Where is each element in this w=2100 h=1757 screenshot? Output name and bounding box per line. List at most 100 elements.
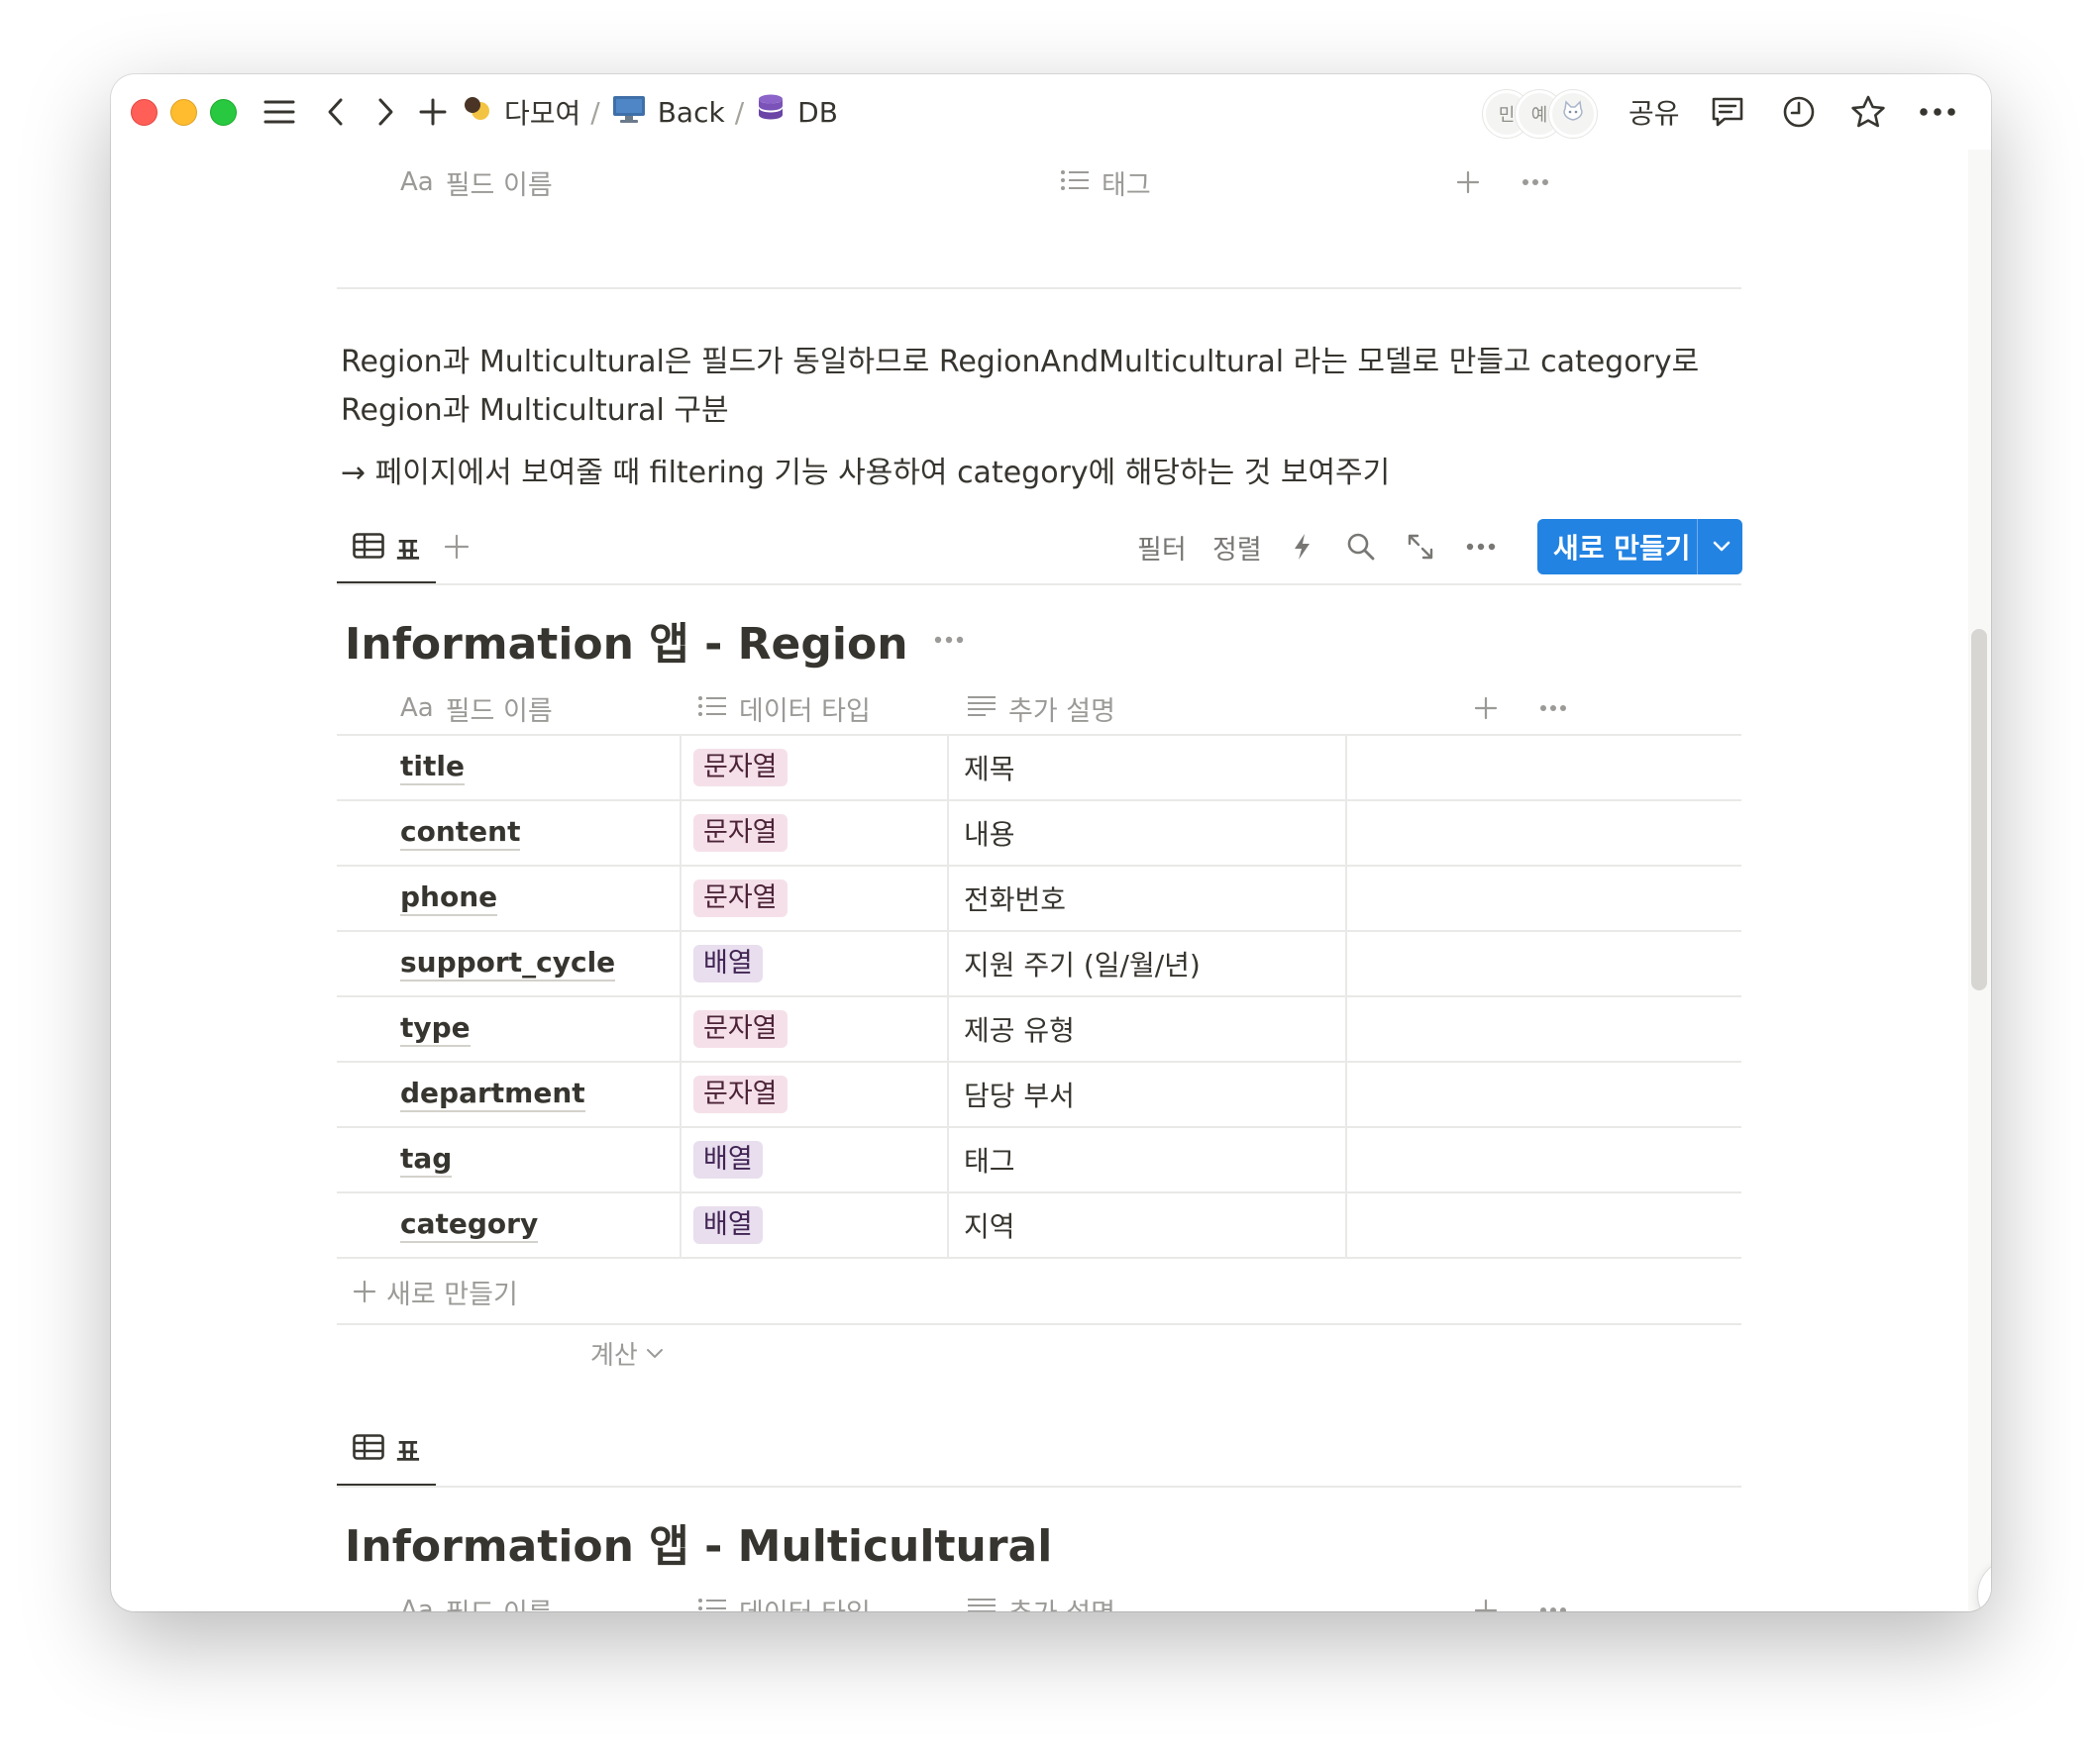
table-row[interactable]: phone 문자열 전화번호 [337, 867, 1741, 932]
column-options-icon[interactable] [1539, 676, 1567, 740]
field-name-cell[interactable]: title [400, 736, 465, 799]
chevron-down-icon [646, 1347, 664, 1359]
filter-button[interactable]: 필터 [1137, 519, 1187, 574]
add-column-plus-icon[interactable] [1474, 1579, 1498, 1611]
data-type-cell[interactable]: 문자열 [693, 801, 788, 865]
column-options-icon[interactable] [1522, 151, 1549, 214]
table-icon [353, 533, 384, 566]
back-arrow-icon[interactable] [321, 90, 351, 134]
type-tag: 배열 [693, 945, 763, 982]
sidebar-menu-icon[interactable] [260, 90, 299, 134]
text-lines-icon [967, 1596, 997, 1611]
new-page-plus-icon[interactable] [416, 90, 450, 134]
scrollbar-thumb[interactable] [1971, 629, 1987, 990]
forward-arrow-icon[interactable] [370, 90, 400, 134]
field-name-cell[interactable]: type [400, 997, 471, 1061]
view-tab-table[interactable]: 표 [353, 1432, 420, 1469]
column-header-desc[interactable]: 추가 설명 [967, 1579, 1115, 1611]
add-row-button[interactable]: 새로 만들기 [337, 1259, 1741, 1324]
sort-button[interactable]: 정렬 [1212, 519, 1262, 574]
breadcrumb: 다모여 / Back / DB [463, 90, 838, 134]
history-clock-icon[interactable] [1777, 90, 1821, 134]
database-title[interactable]: Information 앱 - Region [345, 610, 964, 670]
table-row[interactable]: support_cycle 배열 지원 주기 (일/월/년) [337, 932, 1741, 997]
table-row[interactable]: tag 배열 태그 [337, 1128, 1741, 1193]
description-cell[interactable]: 전화번호 [964, 867, 1066, 930]
description-cell[interactable]: 내용 [964, 801, 1015, 865]
type-tag: 문자열 [693, 879, 788, 917]
comments-icon[interactable] [1706, 90, 1749, 134]
workspace-emoji-icon [463, 95, 492, 130]
database-options-icon[interactable] [934, 636, 964, 644]
description-cell[interactable]: 지역 [964, 1193, 1015, 1257]
share-button[interactable]: 공유 [1628, 90, 1680, 134]
data-type-cell[interactable]: 배열 [693, 1128, 763, 1191]
more-options-icon[interactable] [1916, 90, 1959, 134]
close-window-button[interactable] [131, 99, 158, 126]
prev-table-header: Aa 필드 이름 태그 [337, 151, 1741, 214]
type-tag: 배열 [693, 1206, 763, 1244]
data-type-cell[interactable]: 문자열 [693, 1063, 788, 1126]
column-header-tag[interactable]: 태그 [1060, 151, 1151, 214]
data-type-cell[interactable]: 배열 [693, 932, 763, 995]
zoom-window-button[interactable] [210, 99, 237, 126]
app-window: 다모여 / Back / DB 민 예 공유 Aa 필드 이름 태그 Regio… [111, 74, 1991, 1611]
divider [337, 1323, 1741, 1325]
database-icon [756, 93, 786, 132]
view-options-icon[interactable] [1466, 519, 1496, 574]
avatar[interactable] [1549, 90, 1597, 138]
field-name-cell[interactable]: content [400, 801, 521, 865]
automation-lightning-icon[interactable] [1291, 519, 1312, 574]
table-row[interactable]: title 문자열 제목 [337, 736, 1741, 801]
favorite-star-icon[interactable] [1846, 90, 1890, 134]
computer-icon [612, 94, 646, 131]
column-header-name[interactable]: Aa 필드 이름 [400, 676, 553, 740]
table-row[interactable]: content 문자열 내용 [337, 801, 1741, 867]
table-row[interactable]: type 문자열 제공 유형 [337, 997, 1741, 1063]
description-line[interactable]: Region과 Multicultural 구분 [341, 386, 729, 435]
description-cell[interactable]: 태그 [964, 1128, 1015, 1191]
table-row[interactable]: department 문자열 담당 부서 [337, 1063, 1741, 1128]
column-header-type[interactable]: 데이터 타입 [697, 676, 871, 740]
add-column-plus-icon[interactable] [1456, 151, 1480, 214]
field-name-cell[interactable]: department [400, 1063, 585, 1126]
field-name-cell[interactable]: phone [400, 867, 498, 930]
data-type-cell[interactable]: 문자열 [693, 997, 788, 1061]
column-options-icon[interactable] [1539, 1579, 1567, 1611]
view-tab-table[interactable]: 표 [353, 531, 420, 568]
divider [337, 583, 1741, 585]
breadcrumb-item-workspace[interactable]: 다모여 [463, 92, 580, 132]
breadcrumb-item-db[interactable]: DB [756, 93, 838, 132]
data-type-cell[interactable]: 배열 [693, 1193, 763, 1257]
table-row[interactable]: category 배열 지역 [337, 1193, 1741, 1259]
column-header-name[interactable]: Aa 필드 이름 [400, 1579, 553, 1611]
search-icon[interactable] [1346, 519, 1376, 574]
add-view-plus-icon[interactable] [444, 519, 470, 574]
description-cell[interactable]: 담당 부서 [964, 1063, 1075, 1126]
table-header-row: Aa 필드 이름 데이터 타입 추가 설명 [337, 1579, 1741, 1611]
database-view-toolbar: 표 필터 정렬 새로 만들기 [337, 519, 1742, 574]
description-cell[interactable]: 제공 유형 [964, 997, 1075, 1061]
chevron-down-icon[interactable] [1700, 519, 1742, 574]
description-line[interactable]: Region과 Multicultural은 필드가 동일하므로 RegionA… [341, 338, 1699, 386]
breadcrumb-label: 다모여 [504, 97, 581, 130]
database-title[interactable]: Information 앱 - Multicultural [345, 1512, 1052, 1572]
field-name-cell[interactable]: support_cycle [400, 932, 616, 995]
field-name-cell[interactable]: category [400, 1193, 539, 1257]
column-header-type[interactable]: 데이터 타입 [697, 1579, 871, 1611]
description-line[interactable]: → 페이지에서 보여줄 때 filtering 기능 사용하여 category… [341, 449, 1390, 497]
add-column-plus-icon[interactable] [1474, 676, 1498, 740]
data-type-cell[interactable]: 문자열 [693, 736, 788, 799]
description-cell[interactable]: 제목 [964, 736, 1015, 799]
expand-arrows-icon[interactable] [1407, 519, 1434, 574]
calculate-button[interactable]: 계산 [590, 1333, 664, 1373]
breadcrumb-item-back[interactable]: Back [612, 94, 725, 131]
column-header-desc[interactable]: 추가 설명 [967, 676, 1115, 740]
data-type-cell[interactable]: 문자열 [693, 867, 788, 930]
breadcrumb-label: Back [657, 95, 725, 129]
field-name-cell[interactable]: tag [400, 1128, 453, 1191]
description-cell[interactable]: 지원 주기 (일/월/년) [964, 932, 1201, 995]
new-record-button[interactable]: 새로 만들기 [1537, 519, 1742, 574]
minimize-window-button[interactable] [170, 99, 197, 126]
column-header-name[interactable]: Aa 필드 이름 [400, 151, 553, 214]
